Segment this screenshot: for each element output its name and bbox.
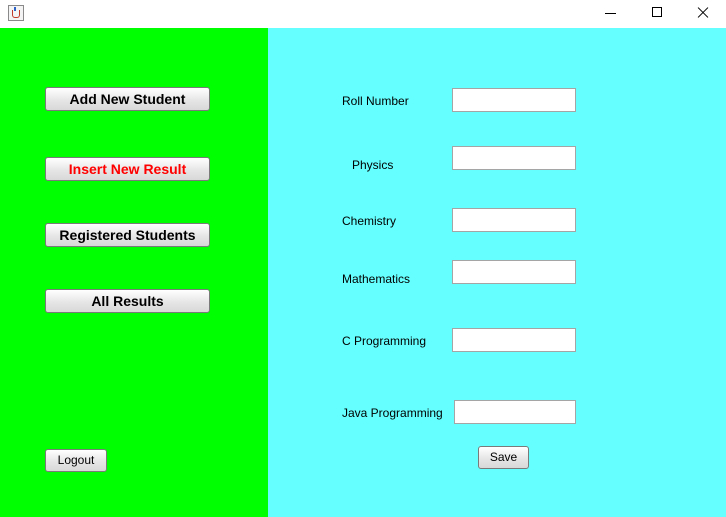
maximize-icon (652, 7, 662, 17)
roll-number-field[interactable] (452, 88, 576, 112)
add-new-student-button[interactable]: Add New Student (45, 87, 210, 111)
save-button[interactable]: Save (478, 446, 529, 469)
title-bar (0, 0, 726, 28)
java-programming-field[interactable] (454, 400, 576, 424)
roll-number-label: Roll Number (342, 94, 409, 108)
java-programming-label: Java Programming (342, 406, 443, 420)
physics-field[interactable] (452, 146, 576, 170)
registered-students-button[interactable]: Registered Students (45, 223, 210, 247)
java-app-icon[interactable] (8, 5, 24, 21)
physics-label: Physics (352, 158, 394, 172)
close-button[interactable] (680, 0, 726, 28)
chemistry-label: Chemistry (342, 214, 397, 228)
result-form-panel: Roll Number Physics Chemistry Mathematic… (268, 28, 726, 517)
maximize-button[interactable] (634, 0, 680, 28)
all-results-button[interactable]: All Results (45, 289, 210, 313)
mathematics-label: Mathematics (342, 272, 411, 286)
insert-new-result-button[interactable]: Insert New Result (45, 157, 210, 181)
minimize-button[interactable] (588, 0, 634, 28)
c-programming-label: C Programming (342, 334, 427, 348)
chemistry-field[interactable] (452, 208, 576, 232)
logout-button[interactable]: Logout (45, 449, 107, 472)
c-programming-field[interactable] (452, 328, 576, 352)
mathematics-field[interactable] (452, 260, 576, 284)
minimize-icon (605, 13, 616, 14)
sidebar-panel: Add New Student Insert New Result Regist… (0, 28, 268, 517)
